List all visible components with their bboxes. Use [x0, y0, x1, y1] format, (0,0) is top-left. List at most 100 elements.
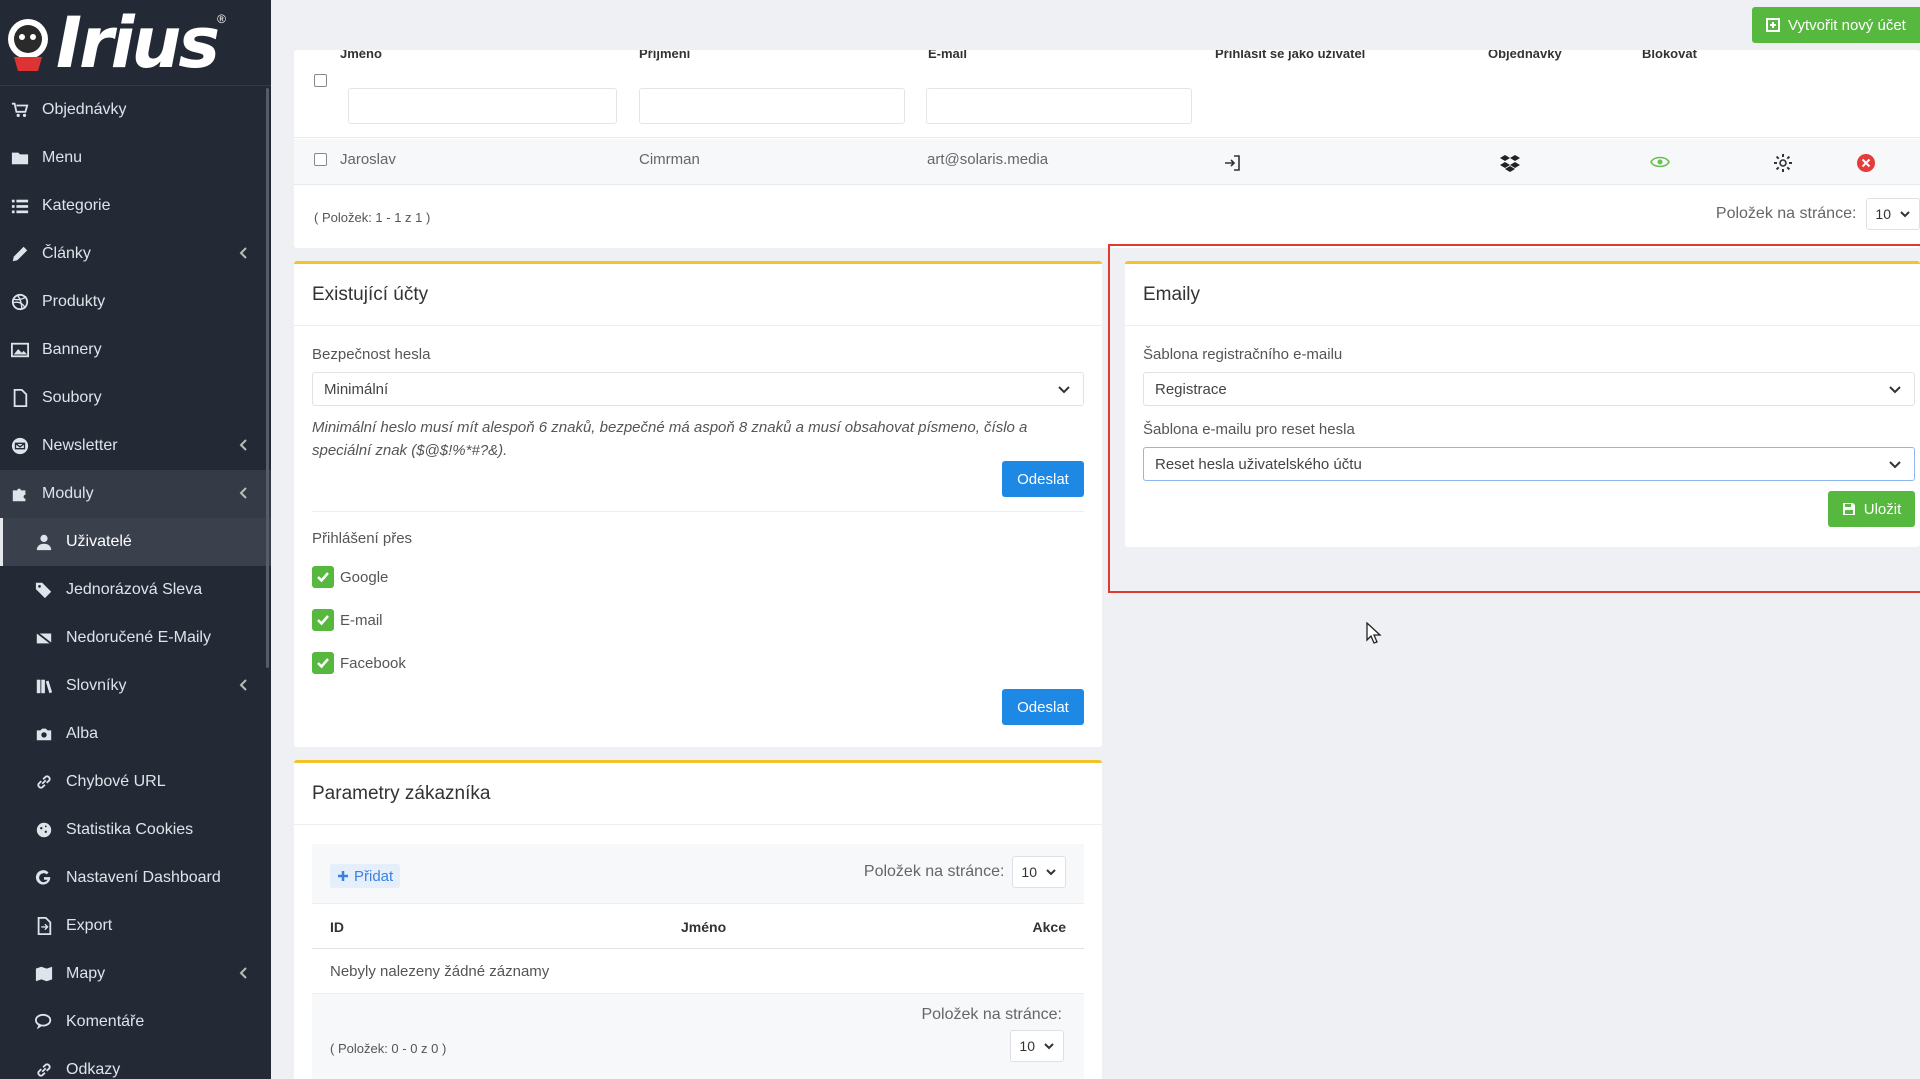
login-email-option[interactable]: E-mail — [312, 609, 383, 631]
add-param-label: Přidat — [354, 867, 394, 885]
row-checkbox[interactable] — [314, 153, 327, 166]
per-page-select[interactable]: 10 — [1866, 198, 1920, 230]
login-google-option[interactable]: Google — [312, 566, 388, 588]
table-row: Jaroslav Cimrman art@solaris.media — [294, 139, 1920, 185]
sidebar-item-nastaveni-dashboard[interactable]: Nastavení Dashboard — [0, 854, 271, 902]
per-page-control: Položek na stránce: 10 — [864, 856, 1066, 888]
map-icon — [34, 964, 54, 984]
sidebar-item-label: Alba — [66, 725, 99, 742]
brand-name: Irius — [56, 1, 220, 84]
dribbble-icon — [10, 292, 30, 312]
sidebar-scrollbar[interactable] — [266, 88, 269, 668]
sidebar-item-odkazy[interactable]: Odkazy — [0, 1046, 271, 1079]
sidebar-item-alba[interactable]: Alba — [0, 710, 271, 758]
sidebar-item-label: Moduly — [42, 485, 94, 502]
sidebar-item-label: Uživatelé — [66, 533, 132, 550]
submit-login-button[interactable]: Odeslat — [1002, 689, 1084, 725]
params-footer: Položek na stránce: 10 ( Položek: 0 - 0 … — [312, 994, 1084, 1079]
params-table-header: ID Jméno Akce — [312, 905, 1084, 949]
sidebar-item-label: Newsletter — [42, 437, 118, 454]
create-account-label: Vytvořit nový účet — [1788, 16, 1906, 34]
list-icon — [10, 196, 30, 216]
col-login-as: Přihlásit se jako uživatel — [1215, 50, 1366, 61]
login-facebook-label: Facebook — [340, 654, 406, 672]
checkbox-checked[interactable] — [312, 652, 334, 674]
sidebar-item-clanky[interactable]: Články — [0, 230, 271, 278]
col-jmeno[interactable]: Jméno — [340, 50, 382, 61]
password-hint: Minimální heslo musí mít alespoň 6 znaků… — [312, 419, 1028, 459]
tag-icon — [34, 580, 54, 600]
checkbox-checked[interactable] — [312, 566, 334, 588]
submit-password-button[interactable]: Odeslat — [1002, 461, 1084, 497]
sidebar-item-newsletter[interactable]: Newsletter — [0, 422, 271, 470]
col-jmeno[interactable]: Jméno — [681, 919, 726, 935]
sidebar-item-chybove-url[interactable]: Chybové URL — [0, 758, 271, 806]
sidebar-item-statistika-cookies[interactable]: Statistika Cookies — [0, 806, 271, 854]
sidebar-item-produkty[interactable]: Produkty — [0, 278, 271, 326]
login-google-label: Google — [340, 568, 389, 586]
eye-icon[interactable] — [1650, 155, 1670, 169]
chevron-left-icon — [239, 678, 249, 692]
gear-icon[interactable] — [1773, 153, 1793, 173]
col-id[interactable]: ID — [330, 919, 344, 935]
dropbox-icon[interactable] — [1500, 153, 1520, 173]
sidebar-item-label: Kategorie — [42, 197, 111, 214]
sidebar-item-slovniky[interactable]: Slovníky — [0, 662, 271, 710]
pencil-icon — [10, 244, 30, 264]
filter-jmeno-input[interactable] — [348, 88, 617, 124]
filter-prijmeni-input[interactable] — [639, 88, 905, 124]
sidebar-item-uzivatele[interactable]: Uživatelé — [0, 518, 271, 566]
sidebar-item-label: Objednávky — [42, 101, 127, 118]
col-akce: Akce — [1032, 919, 1066, 935]
sidebar-item-menu[interactable]: Menu — [0, 134, 271, 182]
sidebar-item-jednorazova-sleva[interactable]: Jednorázová Sleva — [0, 566, 271, 614]
select-all-checkbox[interactable] — [314, 74, 327, 87]
sidebar: Irius ® Objednávky Menu Kategorie Články… — [0, 0, 271, 1079]
chevron-down-icon — [1058, 386, 1070, 394]
sidebar-item-export[interactable]: Export — [0, 902, 271, 950]
sidebar-item-objednavky[interactable]: Objednávky — [0, 86, 271, 134]
col-email[interactable]: E-mail — [928, 50, 967, 61]
chevron-down-icon — [1044, 1043, 1054, 1050]
create-account-button[interactable]: Vytvořit nový účet — [1752, 7, 1920, 43]
sidebar-item-komentare[interactable]: Komentáře — [0, 998, 271, 1046]
customer-params-card: Parametry zákazníka Přidat Položek na st… — [294, 760, 1102, 1079]
col-blokovat: Blokovat — [1642, 50, 1697, 61]
sidebar-item-label: Chybové URL — [66, 773, 166, 790]
delete-icon[interactable] — [1856, 153, 1876, 173]
add-param-button[interactable]: Přidat — [330, 864, 401, 888]
password-strength-select[interactable]: Minimální — [312, 372, 1084, 406]
sidebar-item-soubory[interactable]: Soubory — [0, 374, 271, 422]
folder-icon — [10, 148, 30, 168]
brand-logo[interactable]: Irius ® — [0, 0, 271, 86]
sidebar-item-mapy[interactable]: Mapy — [0, 950, 271, 998]
cookie-icon — [34, 820, 54, 840]
sidebar-item-bannery[interactable]: Bannery — [0, 326, 271, 374]
per-page-select[interactable]: 10 — [1012, 856, 1066, 888]
sidebar-item-moduly[interactable]: Moduly — [0, 470, 271, 518]
mail-icon — [10, 436, 30, 456]
cell-email: art@solaris.media — [927, 151, 1049, 168]
google-icon — [34, 868, 54, 888]
checkbox-checked[interactable] — [312, 609, 334, 631]
sidebar-item-nedorucene-emaily[interactable]: Nedoručené E-Maily — [0, 614, 271, 662]
sidebar-item-kategorie[interactable]: Kategorie — [0, 182, 271, 230]
existing-accounts-card: Existující účty Bezpečnost hesla Minimál… — [294, 261, 1102, 747]
pagination-info: ( Položek: 1 - 1 z 1 ) — [314, 210, 431, 225]
col-prijmeni[interactable]: Příjmení — [639, 50, 690, 61]
link-icon — [34, 772, 54, 792]
sidebar-item-label: Jednorázová Sleva — [66, 581, 203, 598]
sidebar-item-label: Statistika Cookies — [66, 821, 194, 838]
login-as-icon[interactable] — [1223, 154, 1241, 172]
link-icon — [34, 1060, 54, 1079]
filter-email-input[interactable] — [926, 88, 1192, 124]
login-facebook-option[interactable]: Facebook — [312, 652, 406, 674]
col-objednavky: Objednávky — [1488, 50, 1562, 61]
sidebar-item-label: Mapy — [66, 965, 106, 982]
per-page-select[interactable]: 10 — [1010, 1030, 1064, 1062]
file-icon — [10, 388, 30, 408]
export-icon — [34, 916, 54, 936]
password-strength-value: Minimální — [324, 380, 389, 398]
books-icon — [34, 676, 54, 696]
highlight-frame — [1108, 244, 1920, 593]
